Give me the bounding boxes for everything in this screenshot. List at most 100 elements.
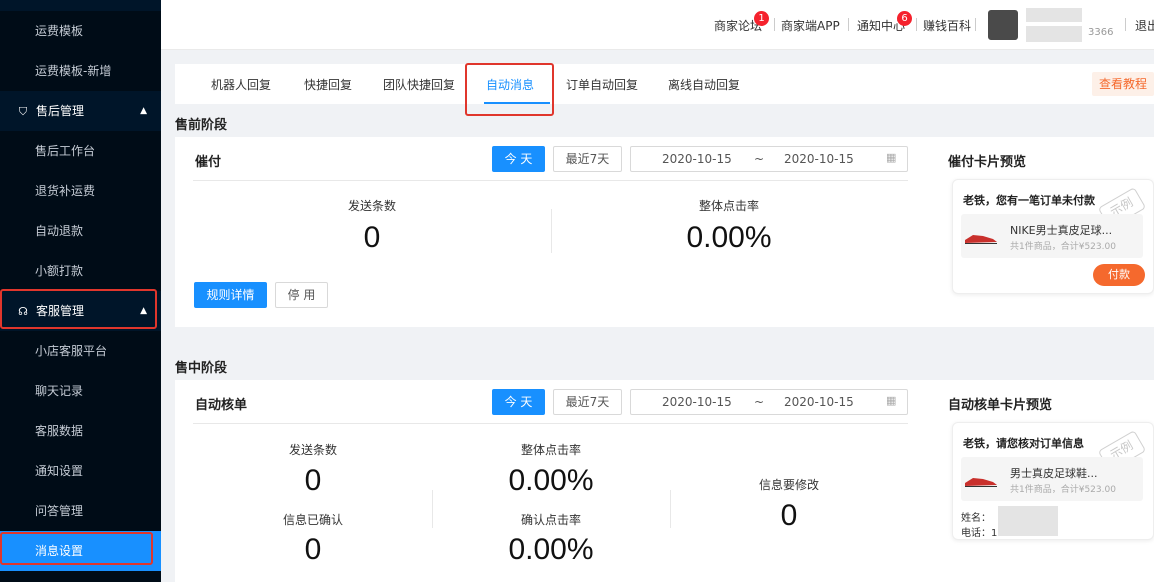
range-separator: ~ [754,152,765,166]
calendar-icon[interactable]: ▦ [886,151,896,164]
end-date: 2020-10-15 [784,395,854,409]
today-button[interactable]: 今 天 [492,389,545,415]
redacted-username [1026,26,1082,42]
rule-details-button[interactable]: 规则详情 [194,282,267,308]
disable-button[interactable]: 停 用 [275,282,328,308]
sidebar-group-customer-service[interactable]: ☊ 客服管理 ▲ [0,291,161,331]
calendar-icon[interactable]: ▦ [886,394,896,407]
sidebar-item-cs-data[interactable]: 客服数据 [0,411,161,451]
sidebar-group-after-sales[interactable]: ⛉ 售后管理 ▲ [0,91,161,131]
sent-count-label: 发送条数 [347,199,396,213]
tab-auto-message[interactable]: 自动消息 [486,76,534,93]
divider [670,490,671,528]
sent-count-label: 发送条数 [288,443,337,457]
sent-count-value: 0 [304,464,322,497]
confirm-rate-value: 0.00% [508,533,594,566]
sidebar-item-label: 运费模板 [35,24,84,38]
sidebar-item-freight-template[interactable]: 运费模板 [0,11,161,51]
preview-product-name: NIKE男士真皮足球... [1010,224,1113,237]
view-tutorial-button[interactable]: 查看教程 [1092,72,1154,96]
sidebar-item-return-freight[interactable]: 退货补运费 [0,171,161,211]
sidebar-item-shop-cs-platform[interactable]: 小店客服平台 [0,331,161,371]
click-rate-label: 整体点击率 [520,443,581,457]
click-rate-value: 0.00% [508,464,594,497]
active-tab-indicator [484,102,550,104]
sidebar-item-small-payment[interactable]: 小额打款 [0,251,161,291]
midsale-panel: 自动核单 今 天 最近7天 2020-10-15 ~ 2020-10-15 ▦ … [175,380,1154,582]
range-separator: ~ [754,395,765,409]
click-rate-label: 整体点击率 [698,199,759,213]
preview-headline: 老铁，您有一笔订单未付款 [963,194,1095,207]
header-divider [774,18,775,31]
tab-offline-auto-reply[interactable]: 离线自动回复 [668,76,740,93]
sidebar-item-auto-refund[interactable]: 自动退款 [0,211,161,251]
urge-pay-title: 催付 [195,155,222,170]
urge-pay-preview-card: 老铁，您有一笔订单未付款 示例 NIKE男士真皮足球... 共1件商品，合计¥5… [952,179,1154,294]
sidebar-item-label: 售后工作台 [35,144,96,158]
tab-order-auto-reply[interactable]: 订单自动回复 [566,76,638,93]
sidebar: 运费模板 运费模板-新增 ⛉ 售后管理 ▲ 售后工作台 退货补运费 自动退款 小额… [0,0,161,582]
header-divider [916,18,917,31]
click-rate-value: 0.00% [686,221,772,254]
notify-badge: 6 [897,11,912,26]
date-range-picker[interactable]: 2020-10-15 ~ 2020-10-15 ▦ [630,389,908,415]
tab-robot-reply[interactable]: 机器人回复 [211,76,271,93]
last-7-days-button[interactable]: 最近7天 [553,389,622,415]
sidebar-item-chat-records[interactable]: 聊天记录 [0,371,161,411]
sidebar-item-qa-management[interactable]: 问答管理 [0,491,161,531]
sidebar-item-label: 小店客服平台 [35,344,108,358]
sidebar-item-label: 问答管理 [35,504,84,518]
redacted-username [1026,8,1082,22]
sidebar-item-after-sales-workbench[interactable]: 售后工作台 [0,131,161,171]
header-divider [1125,18,1126,31]
divider [193,180,908,181]
auto-verify-title: 自动核单 [195,398,248,413]
forum-badge: 1 [754,11,769,26]
divider [193,423,908,424]
end-date: 2020-10-15 [784,152,854,166]
sidebar-item-message-settings[interactable]: 消息设置 [0,531,161,571]
headset-icon: ☊ [18,305,28,318]
date-range-picker[interactable]: 2020-10-15 ~ 2020-10-15 ▦ [630,146,908,172]
divider [432,490,433,528]
confirmed-value: 0 [304,533,322,566]
chevron-up-icon: ▲ [140,106,147,116]
preview-product-summary: 共1件商品，合计¥523.00 [1010,242,1116,252]
last-7-days-button[interactable]: 最近7天 [553,146,622,172]
needs-modify-label: 信息要修改 [758,478,819,492]
avatar[interactable] [988,10,1018,40]
today-button[interactable]: 今 天 [492,146,545,172]
needs-modify-value: 0 [780,499,798,532]
sidebar-item-label: 聊天记录 [35,384,84,398]
sidebar-item-label: 客服数据 [35,424,84,438]
merchant-app-link[interactable]: 商家端APP [781,17,840,34]
preview-phone-line: 电话：1 [961,528,998,539]
preview-product: 男士真皮足球鞋... 共1件商品，合计¥523.00 [961,457,1143,501]
header-divider [975,18,976,31]
sidebar-item-notify-settings[interactable]: 通知设置 [0,451,161,491]
confirmed-label: 信息已确认 [282,513,343,527]
tab-quick-reply[interactable]: 快捷回复 [304,76,352,93]
preview-headline: 老铁，请您核对订单信息 [963,437,1084,450]
sidebar-item-freight-template-new[interactable]: 运费模板-新增 [0,51,161,91]
sidebar-item-label: 自动退款 [35,224,84,238]
preview-name-line: 姓名： [961,513,991,524]
start-date: 2020-10-15 [662,395,732,409]
logout-link[interactable]: 退出 [1135,17,1154,34]
auto-verify-preview-card: 老铁，请您核对订单信息 示例 男士真皮足球鞋... 共1件商品，合计¥523.0… [952,422,1154,540]
presale-panel: 催付 今 天 最近7天 2020-10-15 ~ 2020-10-15 ▦ 发送… [175,137,1154,327]
presale-stage-title: 售前阶段 [175,118,228,133]
preview-product: NIKE男士真皮足球... 共1件商品，合计¥523.00 [961,214,1143,258]
money-wiki-link[interactable]: 赚钱百科 [923,17,971,34]
sidebar-item-overflow [0,571,161,582]
midsale-stage-title: 售中阶段 [175,361,228,376]
start-date: 2020-10-15 [662,152,732,166]
sidebar-item-label: 运费模板-新增 [35,64,112,78]
tab-team-quick-reply[interactable]: 团队快捷回复 [383,76,455,93]
preview-pay-button: 付款 [1093,264,1145,286]
urge-pay-preview-title: 催付卡片预览 [948,155,1027,170]
username-suffix: 3366 [1088,27,1114,38]
sidebar-item-label: 小额打款 [35,264,84,278]
preview-product-name: 男士真皮足球鞋... [1010,467,1098,480]
sent-count-value: 0 [363,221,381,254]
